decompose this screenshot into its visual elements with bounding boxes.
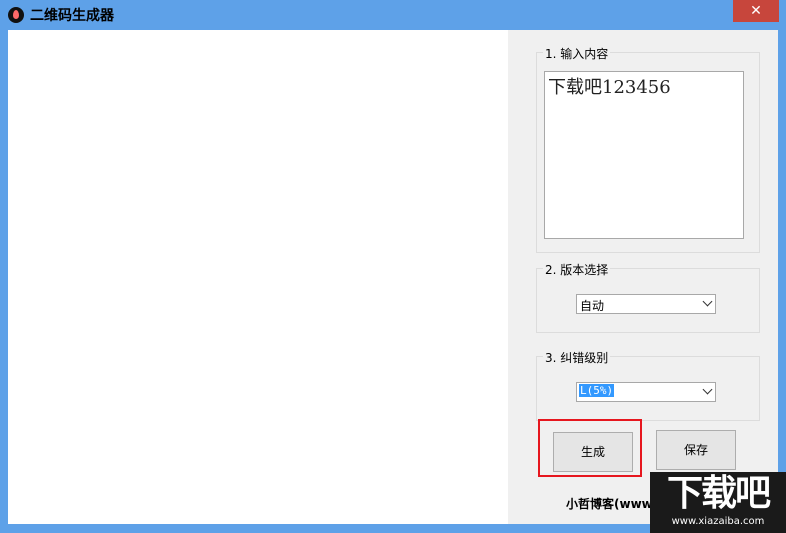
watermark-url: www.xiazaiba.com	[671, 516, 765, 527]
title-bar[interactable]: 二维码生成器 ✕	[0, 0, 786, 29]
ecc-group-label: 3. 纠错级别	[543, 349, 611, 366]
ecc-group: 3. 纠错级别 L(5%)	[536, 349, 760, 421]
ecc-select[interactable]: L(5%)	[576, 382, 716, 402]
version-group-label: 2. 版本选择	[543, 261, 611, 278]
content-input[interactable]: 下载吧123456	[544, 71, 744, 239]
close-button[interactable]: ✕	[733, 0, 779, 22]
blog-link[interactable]: 小哲博客(www	[566, 495, 653, 512]
client-area: 1. 输入内容 下载吧123456 2. 版本选择 自动 3. 纠错级别 L(5…	[8, 30, 778, 524]
window-title: 二维码生成器	[30, 8, 114, 24]
watermark-logo: 下载吧 www.xiazaiba.com	[650, 472, 786, 533]
content-group: 1. 输入内容 下载吧123456	[536, 45, 760, 253]
save-button[interactable]: 保存	[656, 430, 736, 470]
chevron-down-icon	[702, 384, 713, 395]
app-window: 二维码生成器 ✕ 1. 输入内容 下载吧123456 2. 版本选择 自动 3.…	[0, 0, 786, 533]
ecc-select-value: L(5%)	[579, 384, 615, 397]
content-group-label: 1. 输入内容	[543, 45, 611, 62]
version-select-value: 自动	[580, 299, 605, 313]
watermark-main: 下载吧	[666, 473, 771, 514]
generate-button[interactable]: 生成	[553, 432, 633, 472]
qr-preview-area	[8, 30, 508, 524]
chevron-down-icon	[702, 296, 713, 307]
version-group: 2. 版本选择 自动	[536, 261, 760, 333]
version-select[interactable]: 自动	[576, 294, 716, 314]
app-drop-icon	[8, 7, 24, 23]
